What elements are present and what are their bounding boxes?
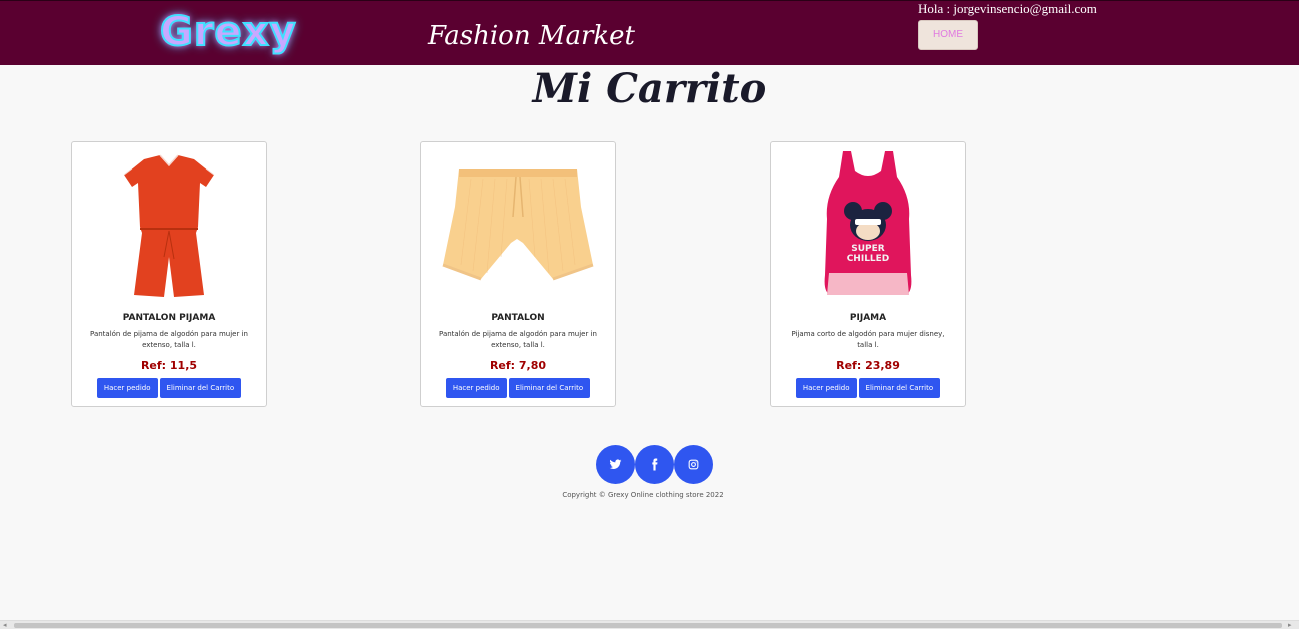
order-button[interactable]: Hacer pedido (96, 378, 158, 398)
product-image-pajama: SUPER CHILLED (824, 151, 912, 295)
product-description: Pijama corto de algodón para mujer disne… (791, 330, 945, 349)
copyright-text: Copyright © Grexy Online clothing store … (562, 491, 724, 499)
product-price: Ref: 23,89 (836, 359, 900, 372)
facebook-icon (652, 458, 658, 471)
grexy-logo[interactable]: Grexy (159, 7, 297, 57)
svg-text:SUPER: SUPER (851, 244, 885, 254)
remove-from-cart-button[interactable]: Eliminar del Carrito (858, 378, 941, 398)
product-description: Pantalón de pijama de algodón para mujer… (439, 330, 597, 349)
order-button[interactable]: Hacer pedido (795, 378, 857, 398)
product-price: Ref: 7,80 (489, 359, 547, 372)
product-card: SUPER CHILLED PIJAMA Pijama corto de alg… (770, 141, 966, 407)
scrollbar-thumb[interactable] (14, 623, 1282, 628)
product-name: PIJAMA (849, 313, 887, 323)
product-price: Ref: 11,5 (140, 359, 198, 372)
horizontal-scrollbar[interactable]: ◂ ▸ (0, 620, 1299, 629)
order-button[interactable]: Hacer pedido (445, 378, 507, 398)
brand-title: Fashion Market (428, 21, 635, 51)
remove-from-cart-button[interactable]: Eliminar del Carrito (508, 378, 591, 398)
instagram-button[interactable] (674, 445, 713, 484)
product-card: PANTALON PIJAMA Pantalón de pijama de al… (71, 141, 267, 407)
twitter-icon (609, 459, 622, 469)
product-name: PANTALON PIJAMA (122, 313, 216, 323)
scroll-right-arrow-icon[interactable]: ▸ (1288, 621, 1292, 629)
product-name: PANTALON (491, 313, 545, 323)
home-button[interactable]: HOME (918, 20, 978, 50)
svg-text:CHILLED: CHILLED (847, 254, 890, 264)
facebook-button[interactable] (635, 445, 674, 484)
site-header: Grexy Fashion Market Hola : jorgevinsenc… (0, 0, 1299, 65)
product-image-romper (123, 154, 215, 297)
scroll-left-arrow-icon[interactable]: ◂ (3, 621, 7, 629)
product-image-shorts (442, 169, 594, 281)
remove-from-cart-button[interactable]: Eliminar del Carrito (159, 378, 242, 398)
user-greeting: Hola : jorgevinsencio@gmail.com (918, 1, 1097, 16)
page-title: Mi Carrito (532, 65, 767, 112)
instagram-icon (688, 459, 699, 470)
twitter-button[interactable] (596, 445, 635, 484)
product-card: PANTALON Pantalón de pijama de algodón p… (420, 141, 616, 407)
product-description: Pantalón de pijama de algodón para mujer… (90, 330, 248, 349)
